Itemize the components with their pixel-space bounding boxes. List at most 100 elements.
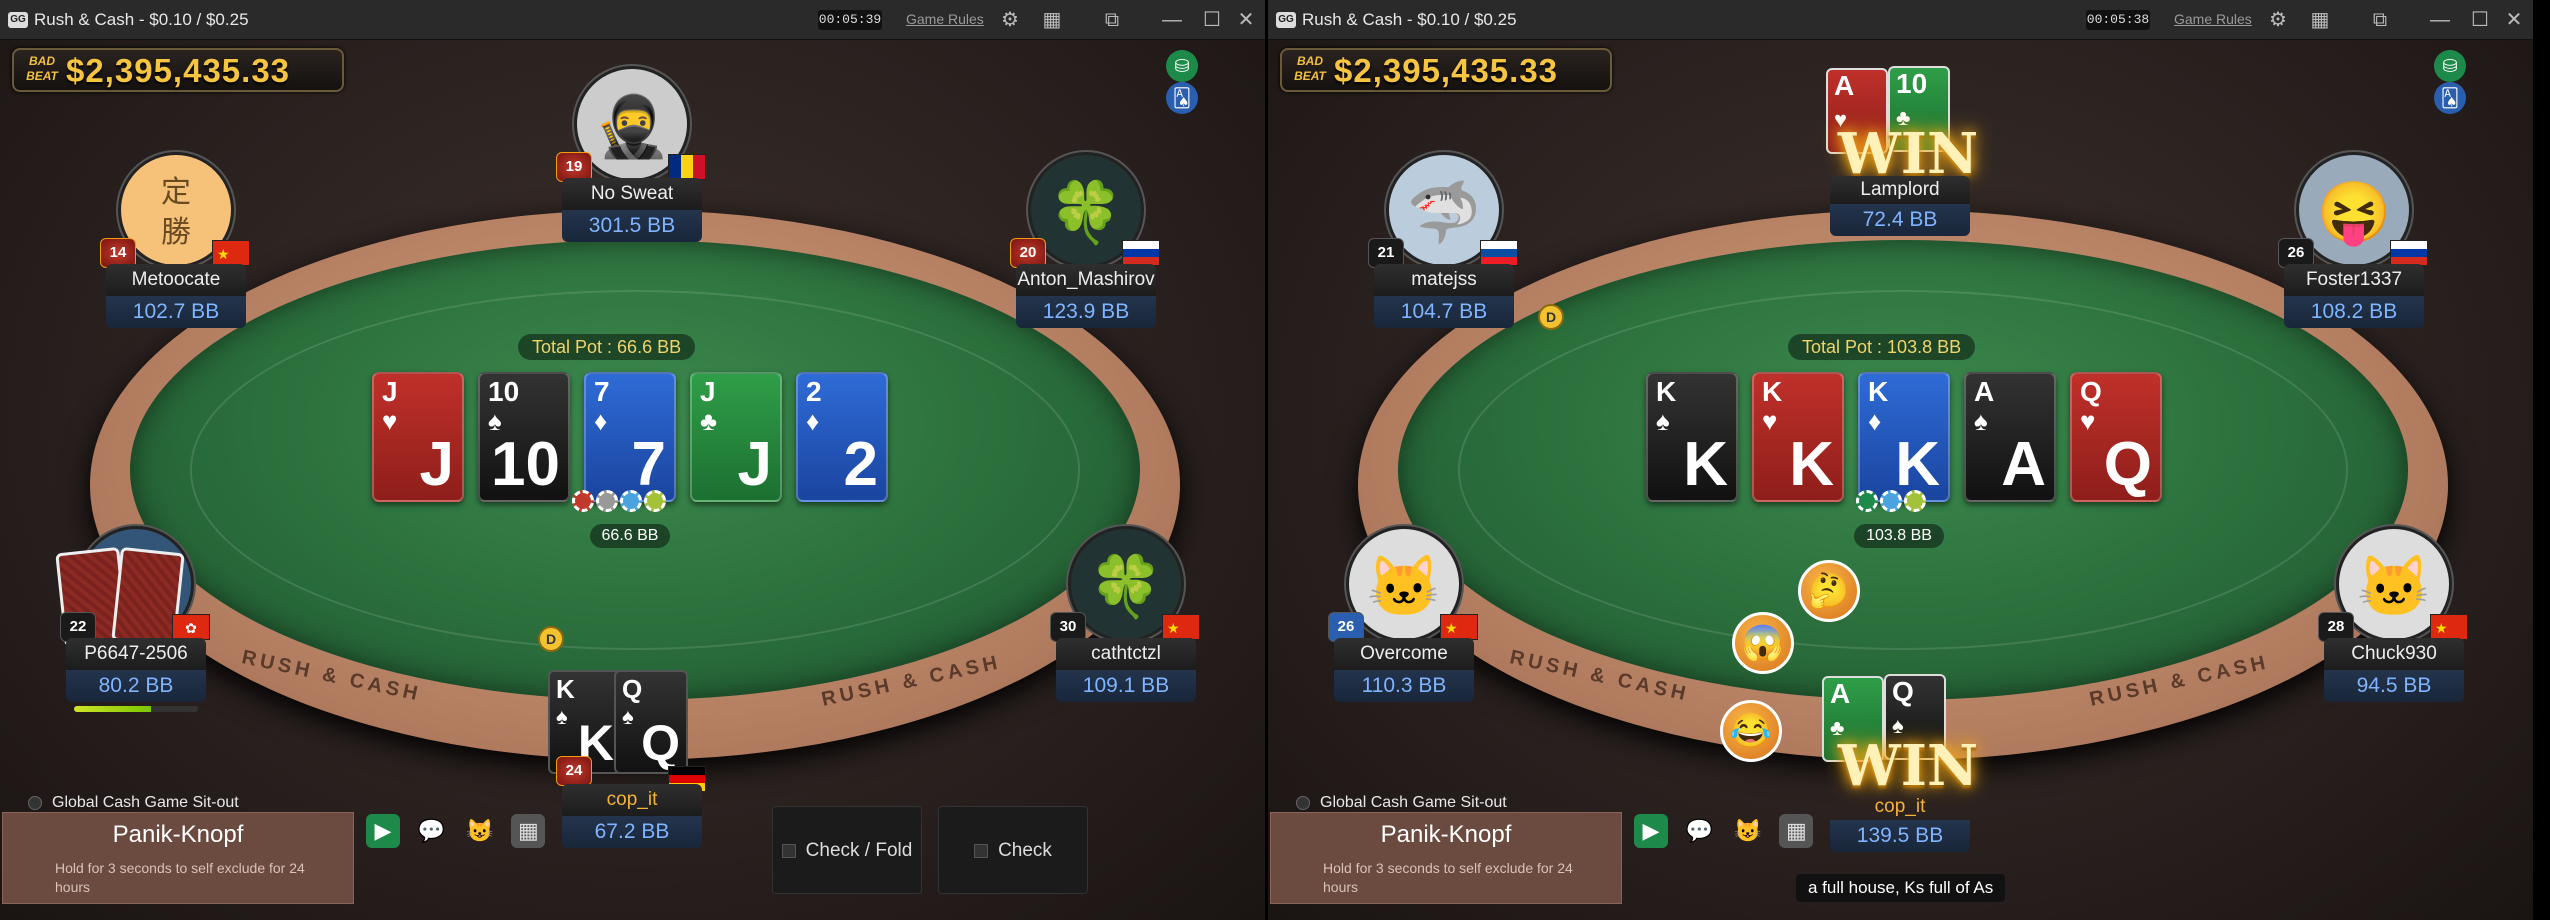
player-stack: 102.7 BB: [106, 296, 246, 328]
chip-icon[interactable]: ⛁: [2434, 50, 2466, 82]
flag-slovakia-icon: [1480, 240, 1518, 266]
bad-beat-jackpot: BAD BEAT $2,395,435.33: [1280, 48, 1612, 92]
calculator-icon[interactable]: ▦: [1779, 814, 1814, 848]
player-name: Foster1337: [2284, 264, 2424, 296]
chat-icon[interactable]: 💬: [414, 814, 448, 848]
player-stack: 139.5 BB: [1830, 820, 1970, 852]
level-badge: 24: [556, 756, 592, 786]
player-name: Metoocate: [106, 264, 246, 296]
top-right-icons: ⛁ 🂡: [1160, 50, 1240, 114]
pot-amount: 103.8 BB: [1854, 524, 1944, 548]
player-name: No Sweat: [562, 178, 702, 210]
flag-china-icon: ★: [1162, 614, 1200, 640]
calculator-icon[interactable]: ▦: [511, 814, 546, 848]
chip-icon[interactable]: ⛁: [1166, 50, 1198, 82]
top-right-icons: ⛁ 🂡: [2428, 50, 2508, 114]
flag-china-icon: ★: [2430, 614, 2468, 640]
player-stack: 67.2 BB: [562, 816, 702, 848]
win-badge: WIN: [1837, 121, 1979, 187]
maximize-icon[interactable]: ☐: [1200, 8, 1224, 32]
table-view-icon[interactable]: ⧉: [1100, 8, 1124, 32]
pot-amount: 66.6 BB: [590, 524, 670, 548]
title-bar: GG Rush & Cash - $0.10 / $0.25 00:05:38 …: [1268, 0, 2533, 40]
bad-beat-logo: BAD BEAT: [1294, 54, 1326, 83]
player-name: Lamplord: [1830, 176, 1970, 204]
player-name: Anton_Mashirov: [1016, 264, 1156, 296]
player-stack: 94.5 BB: [2324, 670, 2464, 702]
board-card: J ♥ J: [372, 372, 464, 502]
jackpot-amount: $2,395,435.33: [1334, 52, 1559, 89]
session-timer: 00:05:38: [2086, 10, 2150, 30]
player-stack: 123.9 BB: [1016, 296, 1156, 328]
seat-hero-cop-it[interactable]: cop_it 139.5 BB: [1830, 660, 1970, 860]
board-card: K ♥ K: [1752, 372, 1844, 502]
player-name: matejss: [1374, 264, 1514, 296]
board-card: A ♠ A: [1964, 372, 2056, 502]
settings-gear-icon[interactable]: ⚙: [2266, 8, 2290, 32]
player-name: cop_it: [1874, 796, 1926, 817]
session-timer: 00:05:39: [818, 10, 882, 30]
player-name: cathtctzl: [1056, 638, 1196, 670]
layout-grid-icon[interactable]: ▦: [2308, 8, 2332, 32]
board-card: 2 ♦ 2: [796, 372, 888, 502]
video-icon[interactable]: ▶: [1634, 814, 1668, 848]
game-rules-link[interactable]: Game Rules: [2174, 11, 2252, 27]
close-icon[interactable]: ✕: [1234, 8, 1258, 32]
thinking-emoji-icon: 🤔: [1798, 560, 1860, 622]
cards-icon[interactable]: 🂡: [2434, 82, 2466, 114]
flag-china-icon: ★: [212, 240, 250, 266]
panic-subtitle: Hold for 3 seconds to self exclude for 2…: [55, 860, 305, 895]
player-stack: 110.3 BB: [1334, 670, 1474, 702]
total-pot-label: Total Pot : 66.6 BB: [518, 334, 696, 360]
panic-button[interactable]: Panik-Knopf Hold for 3 seconds to self e…: [2, 812, 354, 904]
close-icon[interactable]: ✕: [2502, 8, 2526, 32]
emoji-icon[interactable]: 😺: [1731, 814, 1765, 848]
player-stack: 301.5 BB: [562, 210, 702, 242]
poker-table-window-2: GG Rush & Cash - $0.10 / $0.25 00:05:38 …: [1268, 0, 2533, 920]
panic-title: Panik-Knopf: [1380, 821, 1512, 848]
minimize-icon[interactable]: —: [1160, 8, 1184, 32]
video-icon[interactable]: ▶: [366, 814, 400, 848]
hand-description: a full house, Ks full of As: [1796, 874, 2006, 902]
jackpot-amount: $2,395,435.33: [66, 52, 291, 89]
player-name: cop_it: [562, 784, 702, 816]
table-view-icon[interactable]: ⧉: [2368, 8, 2392, 32]
pot-chips: [1856, 490, 1928, 516]
table-tools: ▶ 💬 😺 ▦: [366, 814, 555, 850]
dealer-button: D: [1538, 304, 1564, 330]
board-card: K ♦ K: [1858, 372, 1950, 502]
title-bar: GG Rush & Cash - $0.10 / $0.25 00:05:39 …: [0, 0, 1265, 40]
action-timer-bar: [74, 706, 198, 712]
sitout-toggle[interactable]: Global Cash Game Sit-out: [28, 794, 239, 812]
board-card: 10 ♠ 10: [478, 372, 570, 502]
cards-icon[interactable]: 🂡: [1166, 82, 1198, 114]
settings-gear-icon[interactable]: ⚙: [998, 8, 1022, 32]
panic-button[interactable]: Panik-Knopf Hold for 3 seconds to self e…: [1270, 812, 1622, 904]
player-stack: 108.2 BB: [2284, 296, 2424, 328]
game-rules-link[interactable]: Game Rules: [906, 11, 984, 27]
check-button[interactable]: Check: [938, 806, 1088, 894]
sitout-toggle[interactable]: Global Cash Game Sit-out: [1296, 794, 1507, 812]
chat-icon[interactable]: 💬: [1682, 814, 1716, 848]
bad-beat-jackpot: BAD BEAT $2,395,435.33: [12, 48, 344, 92]
flag-romania-icon: [668, 154, 706, 180]
minimize-icon[interactable]: —: [2428, 8, 2452, 32]
total-pot-label: Total Pot : 103.8 BB: [1788, 334, 1976, 360]
check-fold-button[interactable]: Check / Fold: [772, 806, 922, 894]
flag-russia-icon: [2390, 240, 2428, 266]
dealer-button: D: [538, 626, 564, 652]
gg-logo-icon: GG: [1276, 12, 1296, 28]
flag-russia-icon: [1122, 240, 1160, 266]
emoji-icon[interactable]: 😺: [463, 814, 497, 848]
window-title: Rush & Cash - $0.10 / $0.25: [34, 10, 249, 29]
player-stack: 80.2 BB: [66, 670, 206, 702]
maximize-icon[interactable]: ☐: [2468, 8, 2492, 32]
pot-chips: [572, 490, 668, 516]
seat-hero-cop-it[interactable]: 24 cop_it 67.2 BB: [556, 660, 706, 860]
player-stack: 109.1 BB: [1056, 670, 1196, 702]
shocked-emoji-icon: 😱: [1732, 612, 1794, 674]
board-card: 7 ♦ 7: [584, 372, 676, 502]
layout-grid-icon[interactable]: ▦: [1040, 8, 1064, 32]
window-title: Rush & Cash - $0.10 / $0.25: [1302, 10, 1517, 29]
board-card: Q ♥ Q: [2070, 372, 2162, 502]
